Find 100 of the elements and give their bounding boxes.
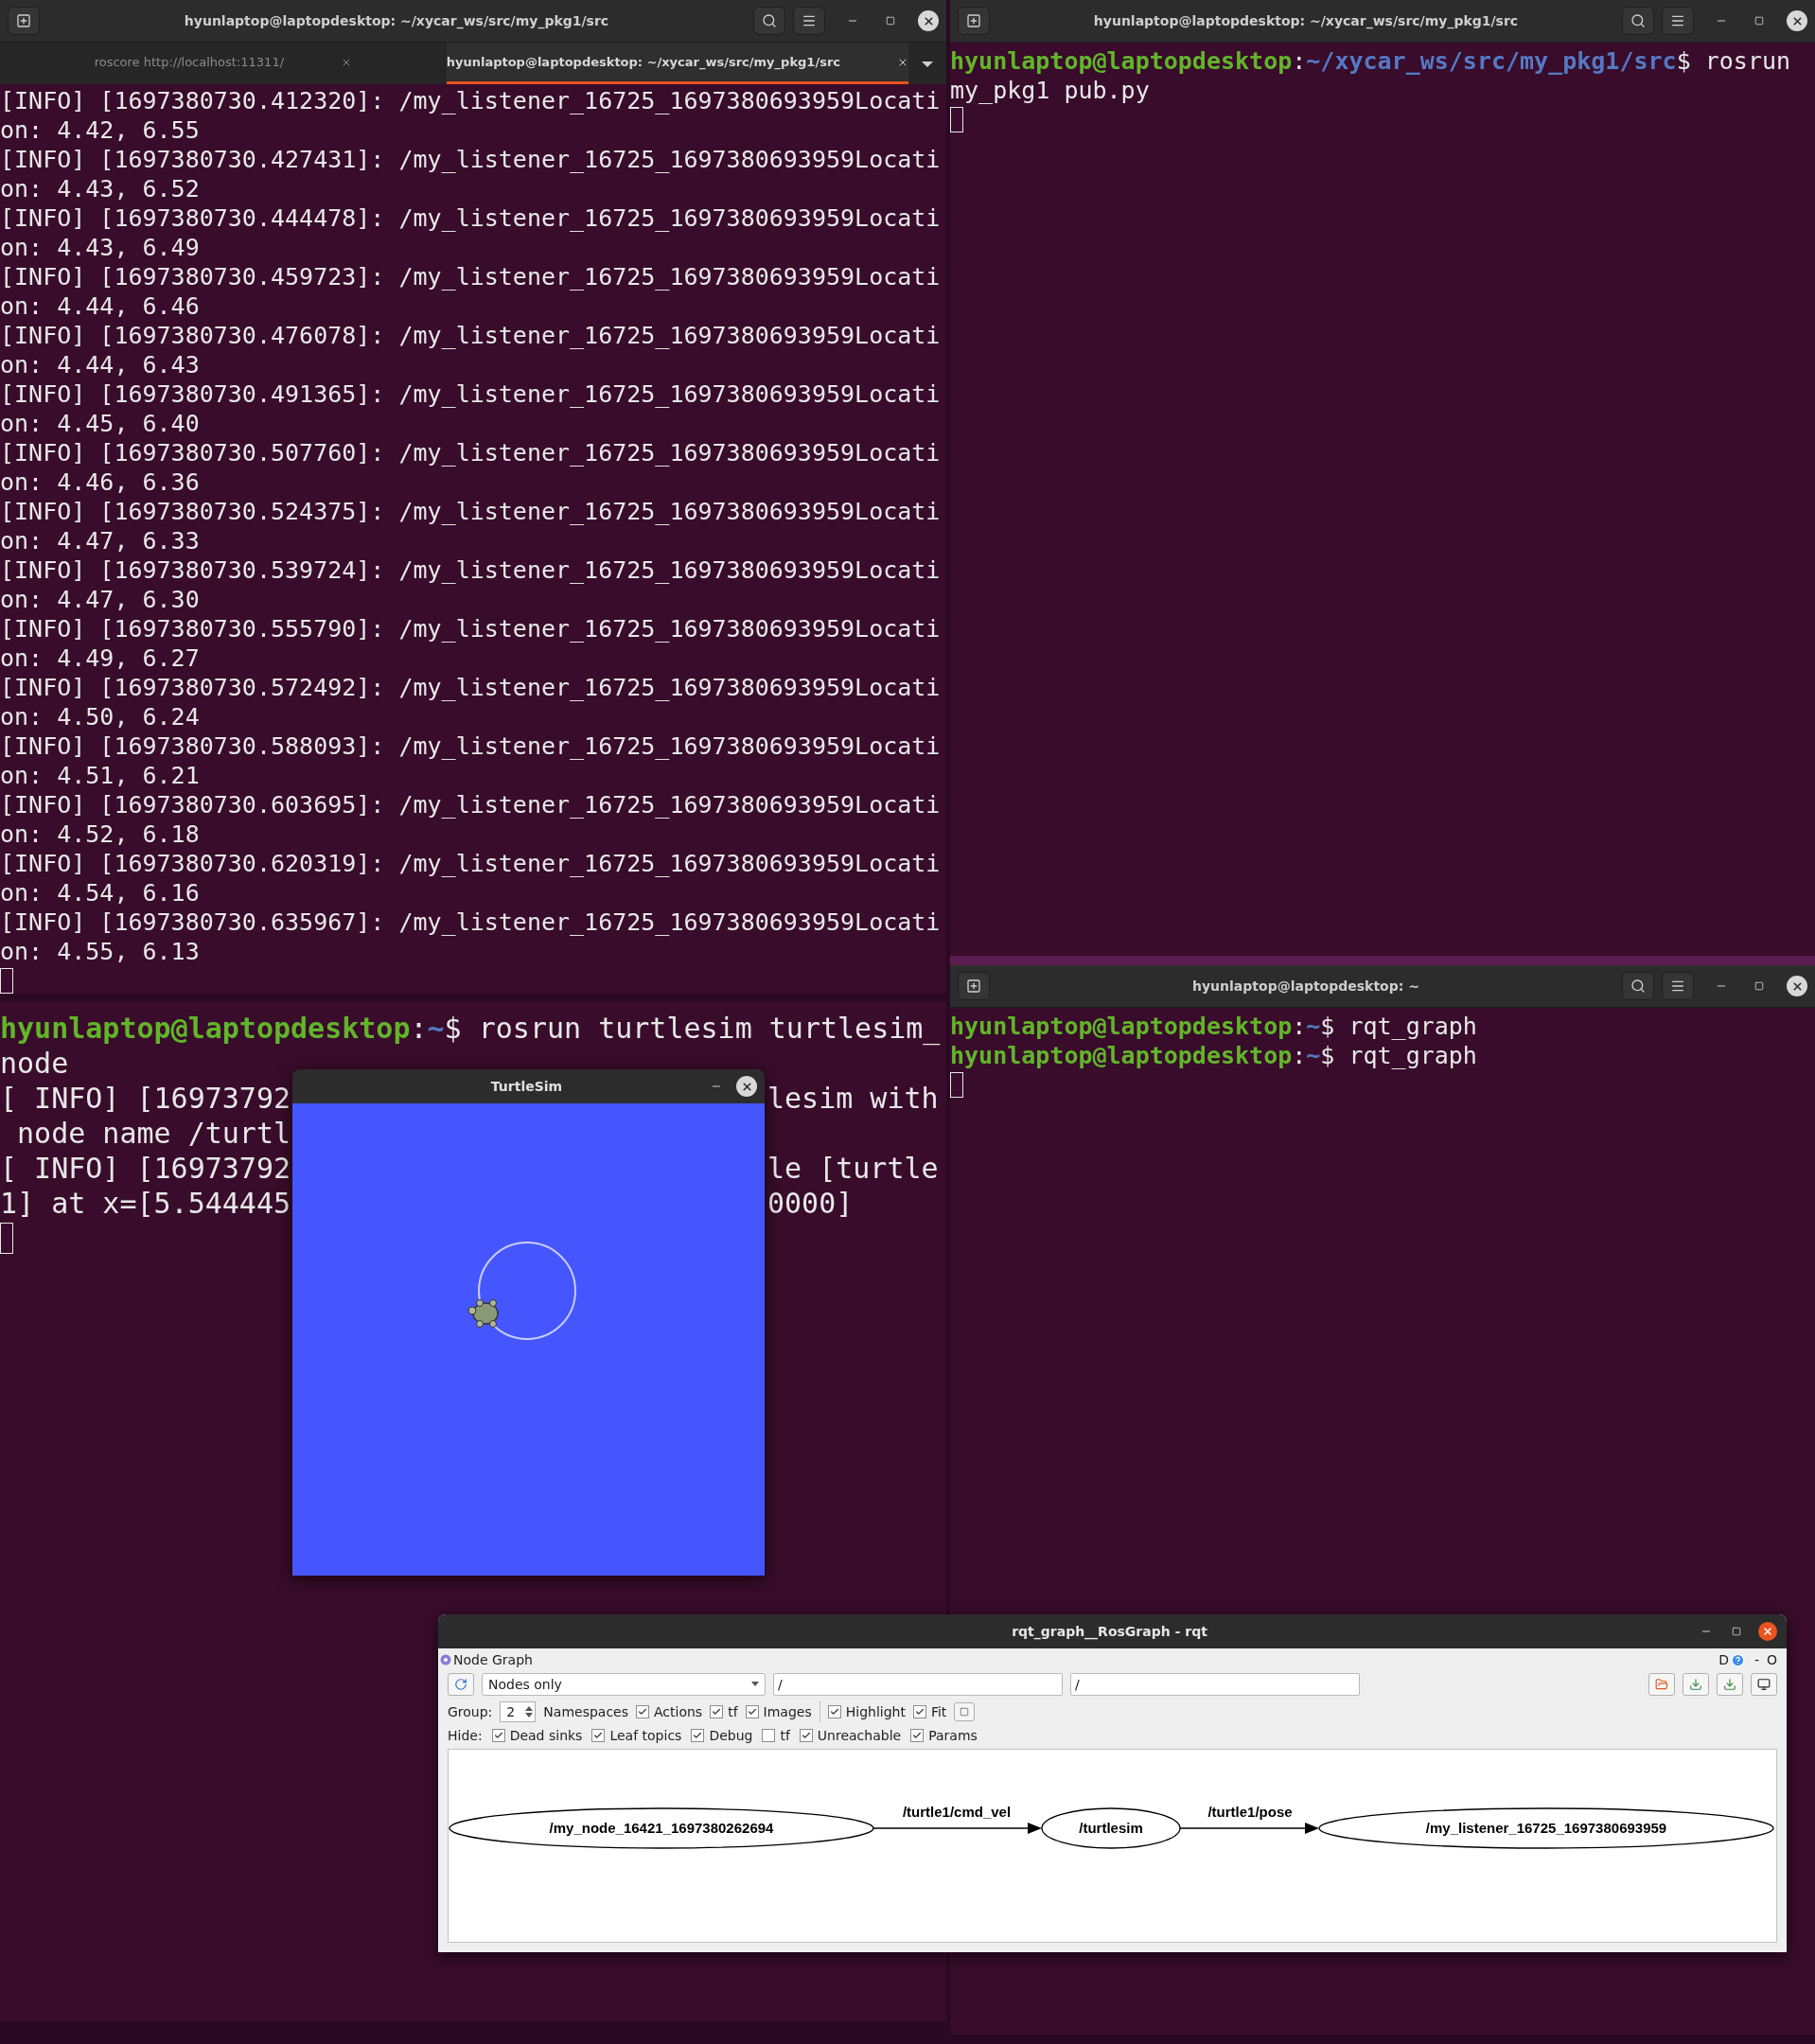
menu-icon (1670, 13, 1685, 28)
graph-node[interactable]: /my_node_16421_1697380262694 (449, 1807, 874, 1849)
terminal-line: le [turtle (767, 1151, 939, 1186)
terminal-line: on: 4.51, 6.21 (0, 761, 201, 790)
terminal-line: on: 4.46, 6.36 (0, 467, 201, 497)
save-button[interactable] (1717, 1673, 1743, 1696)
terminal-line: [INFO] [1697380730.603695]: /my_listener_16725_1697380693959Locati (0, 790, 942, 819)
dock-label[interactable]: O (1766, 1652, 1777, 1667)
maximize-icon (1754, 16, 1764, 26)
graph-node[interactable]: /turtlesim (1041, 1807, 1181, 1849)
open-button[interactable] (1648, 1673, 1675, 1696)
hide-label: Hide: (448, 1728, 483, 1743)
fit-button[interactable] (954, 1702, 976, 1721)
menu-icon (802, 13, 817, 28)
terminal-line: on: 4.54, 6.16 (0, 878, 201, 907)
close-button[interactable] (1787, 976, 1807, 996)
download-icon (1723, 1678, 1736, 1691)
new-tab-button[interactable] (958, 7, 990, 35)
close-button[interactable] (1787, 10, 1807, 31)
terminal-line: on: 4.44, 6.46 (0, 291, 201, 321)
search-button[interactable] (1622, 7, 1654, 35)
group-spinbox[interactable]: 2 (500, 1701, 537, 1722)
terminal-line: node (0, 1046, 70, 1081)
terminal-line: [ INFO] [16973792 (0, 1081, 291, 1116)
window-title: hyunlaptop@laptopdesktop: ~ (1191, 978, 1420, 994)
plugin-icon (440, 1654, 451, 1665)
terminal-line: 0000] (767, 1186, 854, 1221)
search-button[interactable] (1622, 972, 1654, 1000)
checkbox[interactable]: tf (710, 1704, 738, 1719)
search-icon (1630, 13, 1646, 28)
terminal-line: on: 4.47, 6.30 (0, 585, 201, 614)
view-mode-dropdown[interactable]: Nodes only (482, 1673, 766, 1696)
help-icon[interactable] (1730, 1652, 1745, 1667)
monitor-icon (1757, 1678, 1771, 1691)
folder-icon (1655, 1678, 1668, 1691)
terminal-line: on: 4.55, 6.13 (0, 937, 201, 966)
checkmark-icon (829, 1707, 839, 1717)
namespaces-label: Namespaces (543, 1704, 628, 1719)
filter-field[interactable]: / (773, 1673, 1063, 1696)
terminal-line: [INFO] [1697380730.635967]: /my_listener_16725_1697380693959Locati (0, 907, 942, 937)
caret-icon (751, 1682, 759, 1687)
terminal-line: [ INFO] [16973792 (0, 1151, 291, 1186)
terminal-line: on: 4.43, 6.52 (0, 174, 201, 203)
terminal-line: my_pkg1 pub.py (950, 76, 1151, 105)
terminal-line: [INFO] [1697380730.412320]: /my_listener_16725_1697380693959Locati (0, 86, 942, 115)
plus-square-icon (966, 13, 981, 28)
checkbox[interactable]: Dead sinks (491, 1728, 583, 1743)
checkmark-icon (493, 1731, 503, 1740)
download-icon (1689, 1678, 1702, 1691)
window-title: TurtleSim (489, 1079, 564, 1094)
checkmark-icon (801, 1731, 811, 1740)
new-tab-button[interactable] (958, 972, 990, 1000)
checkbox[interactable]: Actions (636, 1704, 703, 1719)
search-icon (762, 13, 777, 28)
dock-label[interactable]: D (1718, 1652, 1729, 1667)
terminal-line: on: 4.52, 6.18 (0, 819, 201, 849)
dock-label[interactable]: - (1753, 1652, 1759, 1667)
group-label: Group: (448, 1704, 493, 1719)
terminal-line: hyunlaptop@laptopdesktop:~/xycar_ws/src/my_pkg1/src$ rosrun (950, 46, 1792, 76)
search-icon (1630, 978, 1646, 994)
refresh-button[interactable] (448, 1673, 474, 1696)
menu-button[interactable] (1662, 7, 1694, 35)
checkbox[interactable]: Leaf topics (591, 1728, 682, 1743)
checkmark-icon (593, 1731, 604, 1740)
terminal-line: 1] at x=[5.544445 (0, 1186, 291, 1221)
close-icon (740, 1080, 753, 1093)
terminal-tab[interactable]: hyunlaptop@laptopdesktop: ~/xycar_ws/src/my_pkg1/src (446, 43, 908, 84)
terminal-line: on: 4.49, 6.27 (0, 643, 201, 673)
terminal-line: on: 4.50, 6.24 (0, 702, 201, 731)
close-button[interactable] (736, 1076, 757, 1097)
checkbox[interactable]: Unreachable (799, 1728, 902, 1743)
checkbox[interactable]: tf (762, 1728, 790, 1743)
terminal-line: [INFO] [1697380730.444478]: /my_listener_16725_1697380693959Locati (0, 203, 942, 233)
menu-button[interactable] (793, 7, 825, 35)
spin-arrows-icon (525, 1705, 534, 1718)
checkmark-icon (912, 1731, 923, 1740)
terminal-line: [INFO] [1697380730.507760]: /my_listener_16725_1697380693959Locati (0, 438, 942, 467)
screenshot-button[interactable] (1751, 1673, 1777, 1696)
close-button[interactable] (1758, 1622, 1777, 1641)
checkbox[interactable]: Highlight (827, 1704, 906, 1719)
graph-node[interactable]: /my_listener_16725_1697380693959 (1318, 1807, 1774, 1849)
new-tab-button[interactable] (8, 7, 40, 35)
checkbox[interactable]: Debug (691, 1728, 753, 1743)
search-button[interactable] (753, 7, 785, 35)
maximize-icon (1754, 981, 1764, 991)
save-button[interactable] (1683, 1673, 1709, 1696)
close-icon (922, 14, 935, 27)
checkmark-icon (638, 1707, 647, 1717)
checkbox[interactable]: Fit (912, 1704, 947, 1719)
menu-button[interactable] (1662, 972, 1694, 1000)
filter-field[interactable]: / (1070, 1673, 1360, 1696)
checkmark-icon (747, 1707, 757, 1717)
close-button[interactable] (918, 10, 939, 31)
terminal-line: [INFO] [1697380730.427431]: /my_listener_16725_1697380693959Locati (0, 145, 942, 174)
checkbox[interactable]: Params (910, 1728, 978, 1743)
terminal-line: hyunlaptop@laptopdesktop:~$ rqt_graph (950, 1012, 1478, 1041)
checkbox[interactable]: Images (745, 1704, 812, 1719)
terminal-line: on: 4.43, 6.49 (0, 233, 201, 262)
close-icon (1762, 1626, 1773, 1637)
terminal-line: [INFO] [1697380730.524375]: /my_listener_16725_1697380693959Locati (0, 497, 942, 526)
